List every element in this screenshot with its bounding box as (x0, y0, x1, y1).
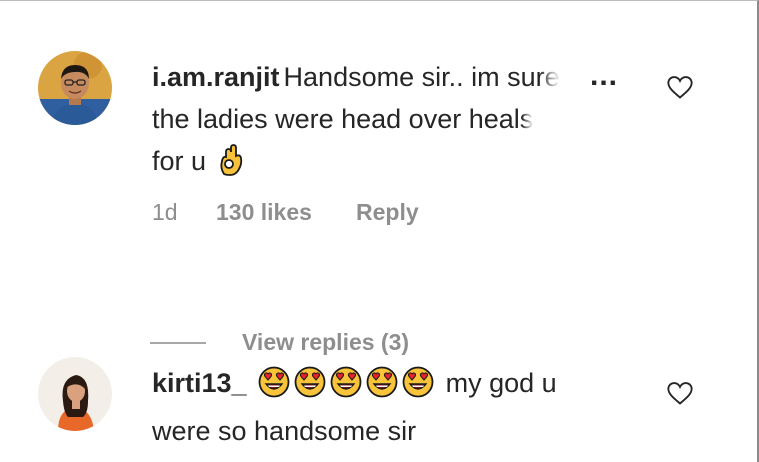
comment-body-line2: the ladies were head over heal (152, 104, 520, 134)
heart-eyes-emoji-icon (402, 366, 434, 410)
comments-panel: i.am.ranjit Handsome sir.. im sure the la… (0, 0, 759, 462)
avatar[interactable] (38, 51, 112, 125)
comment-body: Handsome sir.. im su (283, 62, 536, 92)
comment-username[interactable]: kirti13_ (152, 368, 247, 398)
reply-button[interactable]: Reply (356, 199, 419, 226)
like-heart-icon[interactable] (666, 379, 694, 407)
comment-body-faded: re (535, 62, 560, 92)
comment-meta: 1d 130 likes Reply (152, 199, 419, 226)
more-options-button[interactable]: ... (590, 61, 618, 91)
comment-body-line2: were so handsome sir (152, 416, 417, 446)
emoji-row (258, 366, 438, 398)
ok-hand-emoji-icon (218, 144, 244, 188)
comment-body: my god u (445, 368, 557, 398)
comment-username[interactable]: i.am.ranjit (152, 62, 280, 92)
comment-likes-count[interactable]: 130 likes (216, 199, 356, 226)
comment-text: kirti13_ my god u were so handsome sir (152, 362, 652, 452)
like-heart-icon[interactable] (666, 73, 694, 101)
comment-text: i.am.ranjit Handsome sir.. im sure the la… (152, 56, 602, 188)
replies-divider (150, 341, 206, 344)
comment-body-line2-faded: s (519, 104, 534, 134)
avatar[interactable] (38, 357, 112, 431)
heart-eyes-emoji-icon (366, 366, 398, 410)
heart-eyes-emoji-icon (294, 366, 326, 410)
comment-body-line3: for u (152, 146, 207, 176)
comment-item: kirti13_ my god u were so handsome sir (0, 351, 757, 462)
comment-timestamp[interactable]: 1d (152, 199, 216, 226)
comment-item: i.am.ranjit Handsome sir.. im sure the la… (0, 51, 757, 355)
heart-eyes-emoji-icon (258, 366, 290, 410)
heart-eyes-emoji-icon (330, 366, 362, 410)
